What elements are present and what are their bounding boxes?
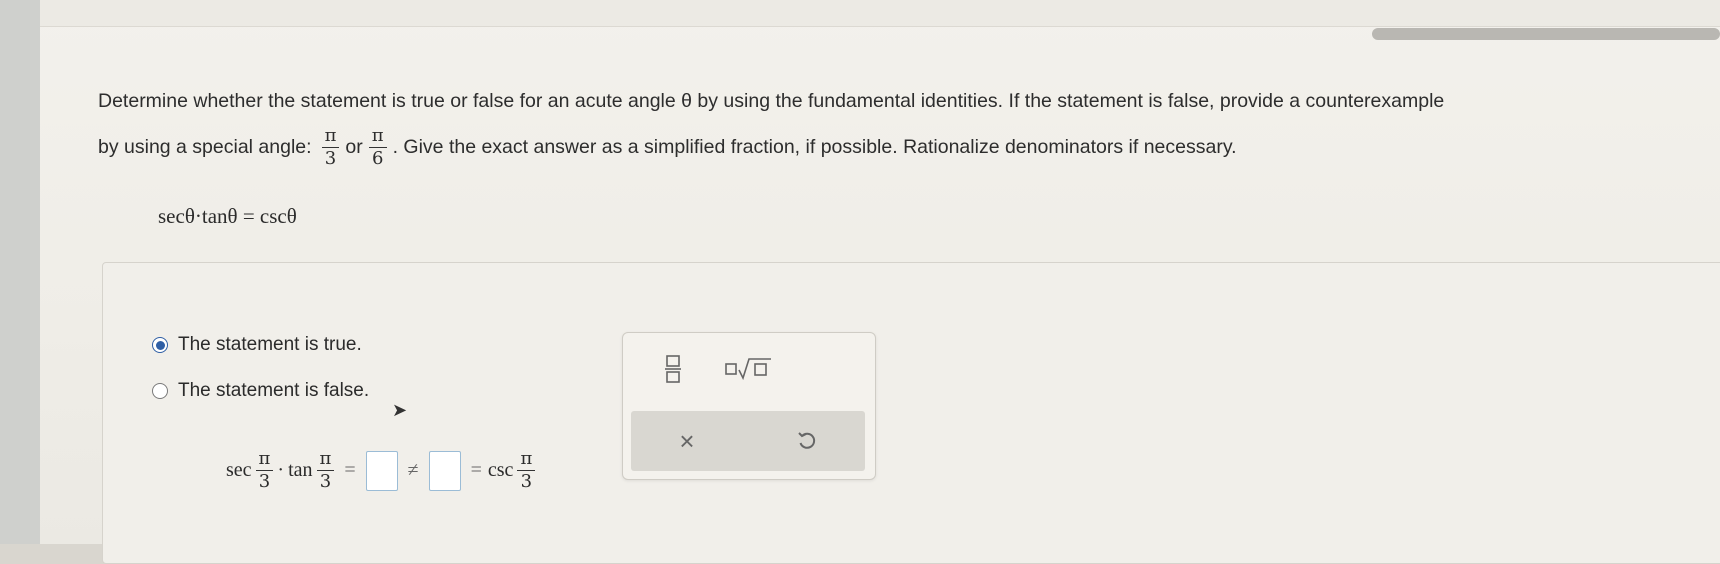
fraction-icon <box>665 355 681 383</box>
fraction-denominator: 6 <box>371 147 384 169</box>
sec-angle-fraction: π 3 <box>255 448 274 493</box>
mouse-pointer-icon: ➤ <box>392 400 408 420</box>
top-strip <box>40 0 1720 27</box>
csc-text: csc <box>487 459 514 481</box>
clear-button[interactable]: × <box>667 419 707 463</box>
math-palette: × <box>622 332 876 480</box>
equals-sign: = <box>344 459 356 481</box>
csc-angle-fraction: π 3 <box>517 448 536 493</box>
or-text: or <box>345 136 363 158</box>
left-answer-input[interactable] <box>365 450 398 491</box>
question-suffix: . Give the exact answer as a simplified … <box>392 136 1237 158</box>
page: Determine whether the statement is true … <box>40 0 1720 564</box>
close-icon: × <box>679 425 695 456</box>
sec-text: sec <box>226 459 252 481</box>
fraction-button[interactable] <box>653 347 693 391</box>
tan-text: tan <box>288 459 313 481</box>
angle-fraction-2: π 6 <box>368 125 387 170</box>
angle-fraction-1: π 3 <box>321 125 340 170</box>
option-true-label: The statement is true. <box>178 334 362 355</box>
fraction-numerator: π <box>316 448 335 471</box>
not-equal-sign: ≠ <box>407 459 419 481</box>
option-true[interactable]: The statement is true. <box>152 334 362 356</box>
question-line-2: by using a special angle: π 3 or π 6 . G… <box>98 124 1237 170</box>
answer-area <box>102 262 1720 564</box>
question-prefix: by using a special angle: <box>98 136 312 158</box>
question-line-1: Determine whether the statement is true … <box>98 90 1445 112</box>
dot-operator: · <box>277 459 285 481</box>
equals-sign: = <box>470 459 482 481</box>
fraction-denominator: 3 <box>258 471 271 492</box>
radio-true[interactable] <box>152 337 168 353</box>
right-answer-input[interactable] <box>428 450 461 491</box>
fraction-denominator: 3 <box>324 147 337 169</box>
fraction-denominator: 3 <box>520 471 533 492</box>
undo-icon <box>798 432 816 449</box>
tan-angle-fraction: π 3 <box>316 448 335 493</box>
undo-button[interactable] <box>787 419 827 463</box>
fraction-numerator: π <box>517 448 536 471</box>
option-false[interactable]: The statement is false. <box>152 380 369 402</box>
fraction-numerator: π <box>368 125 387 148</box>
sqrt-button[interactable] <box>719 347 779 391</box>
sqrt-icon <box>725 358 771 381</box>
fraction-denominator: 3 <box>319 471 332 492</box>
counterexample-expression: sec π 3 · tan π 3 = ≠ = csc π 3 <box>226 448 539 493</box>
fraction-numerator: π <box>321 125 340 148</box>
option-false-label: The statement is false. <box>178 380 370 401</box>
radio-false[interactable] <box>152 383 168 399</box>
horizontal-scrollbar[interactable] <box>1372 28 1720 40</box>
identity-statement: secθ·tanθ = cscθ <box>158 204 297 228</box>
fraction-numerator: π <box>255 448 274 471</box>
